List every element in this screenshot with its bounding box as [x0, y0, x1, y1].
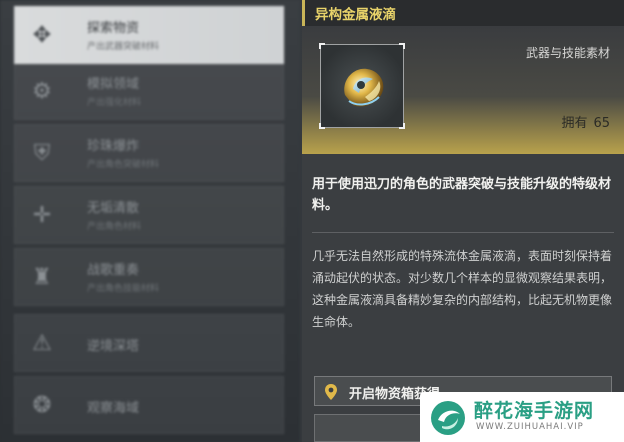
wave-icon: ❂	[32, 393, 52, 418]
site-logo-icon	[431, 401, 465, 435]
item-category: 武器与技能素材	[525, 46, 610, 60]
location-pin-icon	[325, 384, 337, 400]
owned-count: 65	[593, 116, 610, 131]
item-usage-description: 用于使用迅刀的角色的武器突破与技能升级的特级材料。	[312, 177, 612, 213]
menu-item-exploration[interactable]: ✥ 探索物资 产出武器突破材料	[14, 6, 284, 64]
menu-item-battle-song[interactable]: ♜ 战歌重奏 产出角色技能材料	[14, 248, 284, 306]
menu-item-subtitle: 产出武器突破材料	[87, 42, 160, 52]
menu-item-tower[interactable]: ⚠ 逆境深塔	[14, 314, 284, 372]
owned-count-row: 拥有 65	[561, 112, 610, 131]
item-name: 异构金属液滴	[315, 7, 396, 23]
menu-item-title: 珍珠爆炸	[87, 139, 140, 154]
watermark-title: 醉花海手游网	[474, 400, 595, 422]
menu-item-simulation[interactable]: ⚙ 模拟领域 产出强化材料	[14, 62, 284, 120]
item-header-card: 武器与技能素材 拥有 65	[302, 26, 624, 154]
owned-label: 拥有	[561, 116, 588, 131]
item-name-bar: 异构金属液滴	[302, 0, 624, 26]
crosshair-icon: ✥	[32, 23, 52, 48]
tower-icon: ♜	[32, 265, 52, 290]
item-lore-description: 几乎无法自然形成的特殊流体金属液滴，表面时刻保持着涌动起伏的状态。对少数几个样本…	[312, 249, 613, 329]
menu-item-title: 战歌重奏	[87, 263, 140, 278]
menu-item-subtitle: 产出角色技能材料	[87, 284, 160, 294]
warning-icon: ⚠	[32, 331, 52, 356]
watermark-url: WWW.ZUIHUAHAI.VIP	[476, 422, 584, 432]
divider	[312, 232, 614, 233]
item-thumbnail[interactable]	[319, 43, 405, 129]
menu-item-sea[interactable]: ❂ 观察海域	[14, 376, 284, 434]
menu-item-title: 无垢清散	[87, 201, 140, 216]
menu-item-subtitle: 产出强化材料	[87, 98, 142, 108]
menu-item-title: 逆境深塔	[87, 339, 140, 354]
menu-item-title: 模拟领域	[87, 77, 140, 92]
menu-item-title: 观察海域	[87, 401, 140, 416]
item-detail-panel: 异构金属液滴 武器与技能素材 拥有 65 用于使用迅刀的角色的武器突破与技能升级…	[302, 0, 624, 442]
menu-item-subtitle: 产出角色突破材料	[87, 160, 160, 170]
site-watermark: 醉花海手游网 WWW.ZUIHUAHAI.VIP	[420, 392, 624, 442]
menu-item-title: 探索物资	[87, 21, 140, 36]
shield-icon: ⛨	[33, 141, 51, 166]
menu-item-purify[interactable]: ✛ 无垢清散 产出角色材料	[14, 186, 284, 244]
category-menu: ✥ 探索物资 产出武器突破材料 ⚙ 模拟领域 产出强化材料 ⛨ 珍珠爆炸 产出角…	[0, 0, 300, 442]
metal-droplet-icon	[344, 68, 384, 107]
cross-icon: ✛	[32, 203, 52, 228]
menu-item-pearl[interactable]: ⛨ 珍珠爆炸 产出角色突破材料	[14, 124, 284, 182]
menu-item-subtitle: 产出角色材料	[87, 222, 142, 232]
gear-icon: ⚙	[32, 79, 52, 104]
